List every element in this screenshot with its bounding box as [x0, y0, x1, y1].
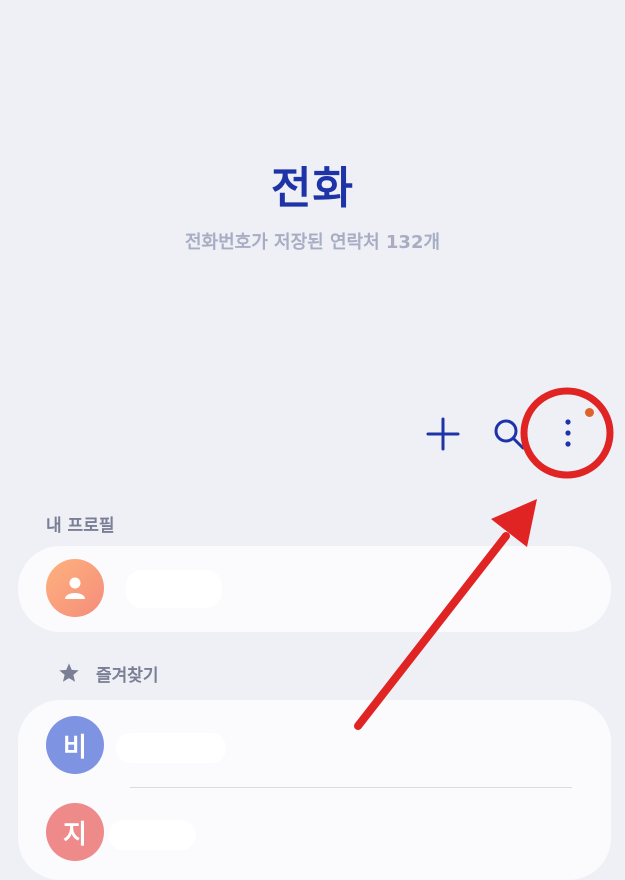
favorite-contact-row[interactable]: 지 — [18, 788, 611, 880]
person-icon — [65, 577, 85, 599]
my-profile-label: 내 프로필 — [46, 516, 115, 536]
add-contact-button[interactable] — [424, 415, 462, 453]
favorites-label: 즐겨찾기 — [96, 665, 159, 686]
search-button[interactable] — [492, 416, 526, 452]
star-icon — [59, 663, 79, 682]
more-options-button[interactable] — [550, 404, 600, 454]
pointer-arrow-head — [491, 499, 537, 547]
search-icon — [494, 419, 525, 450]
my-profile-name-redacted — [126, 570, 222, 608]
page-title: 전화 — [271, 163, 354, 214]
my-profile-card[interactable] — [18, 546, 611, 632]
favorites-header: 즐겨찾기 — [58, 660, 159, 686]
contact-avatar: 비 — [46, 716, 104, 774]
contact-name-redacted — [108, 820, 196, 850]
my-profile-avatar — [46, 559, 104, 617]
notification-dot — [585, 408, 594, 417]
favorites-card: 비 지 — [18, 700, 611, 880]
contact-name-redacted — [116, 733, 226, 763]
plus-icon — [426, 417, 460, 451]
contact-avatar: 지 — [46, 803, 104, 861]
favorite-contact-row[interactable]: 비 — [18, 700, 611, 788]
contact-count-subtitle: 전화번호가 저장된 연락처 132개 — [184, 232, 441, 253]
